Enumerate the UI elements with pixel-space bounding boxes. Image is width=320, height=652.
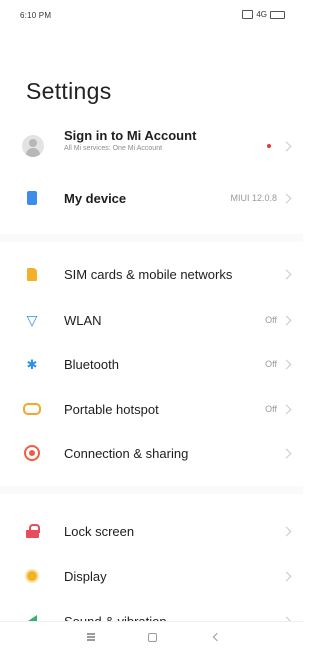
bluetooth-icon: ✱ (26, 356, 38, 372)
chevron-right-icon (281, 193, 292, 203)
section-divider (0, 234, 303, 242)
lock-icon (22, 521, 42, 541)
status-bar: 6:10 PM 4G (0, 0, 303, 30)
section-divider (0, 486, 303, 494)
settings-item-sim-cards[interactable]: SIM cards & mobile networks (0, 254, 303, 294)
account-row[interactable]: Sign in to Mi Account All Mi services: O… (0, 126, 303, 166)
item-value: Off (265, 404, 277, 414)
settings-item-portable-hotspot[interactable]: Portable hotspot Off (0, 389, 303, 429)
item-value: Off (265, 359, 277, 369)
account-subtitle: All Mi services: One Mi Account (64, 145, 163, 152)
menu-icon[interactable] (84, 630, 98, 644)
settings-item-bluetooth[interactable]: ✱ Bluetooth Off (0, 344, 303, 384)
avatar-icon (22, 135, 44, 157)
wifi-icon: ▽ (26, 312, 38, 328)
notification-dot (267, 144, 271, 148)
item-label: Display (64, 568, 107, 584)
settings-item-display[interactable]: Display (0, 556, 303, 596)
settings-item-connection-sharing[interactable]: Connection & sharing (0, 433, 303, 473)
home-icon[interactable] (145, 630, 159, 644)
item-label: Connection & sharing (64, 445, 189, 461)
chevron-right-icon (281, 315, 292, 325)
my-device-row[interactable]: My device MIUI 12.0.8 (0, 178, 303, 218)
item-label: SIM cards & mobile networks (64, 266, 233, 282)
settings-item-lock-screen[interactable]: Lock screen (0, 511, 303, 551)
chevron-right-icon (281, 404, 292, 414)
status-time: 6:10 PM (20, 11, 52, 20)
hotspot-icon (22, 399, 42, 419)
item-label: Portable hotspot (64, 401, 159, 417)
item-label: Lock screen (64, 523, 135, 539)
navigation-bar (0, 621, 303, 652)
display-icon (22, 566, 42, 586)
sim-card-icon (22, 264, 42, 284)
chevron-right-icon (281, 269, 292, 279)
battery-icon (270, 10, 285, 19)
my-device-label: My device (64, 190, 127, 206)
page-title: Settings (26, 78, 112, 104)
chevron-right-icon (281, 359, 292, 369)
chevron-right-icon (281, 526, 292, 536)
my-device-value: MIUI 12.0.8 (230, 193, 277, 203)
chevron-right-icon (281, 448, 292, 458)
chevron-right-icon (281, 571, 292, 581)
settings-screen: 6:10 PM 4G Settings Sign in to Mi Accoun… (0, 0, 303, 652)
device-icon (22, 188, 42, 208)
item-label: Bluetooth (64, 356, 119, 372)
settings-item-wlan[interactable]: ▽ WLAN Off (0, 300, 303, 340)
status-icons: 4G (242, 10, 285, 19)
signal-icon (242, 10, 254, 19)
item-value: Off (265, 315, 277, 325)
account-label: Sign in to Mi Account (64, 128, 197, 143)
network-type: 4G (256, 10, 267, 19)
item-label: WLAN (64, 312, 102, 328)
chevron-right-icon (281, 141, 292, 151)
back-icon[interactable] (210, 630, 224, 644)
connection-icon (22, 443, 42, 463)
